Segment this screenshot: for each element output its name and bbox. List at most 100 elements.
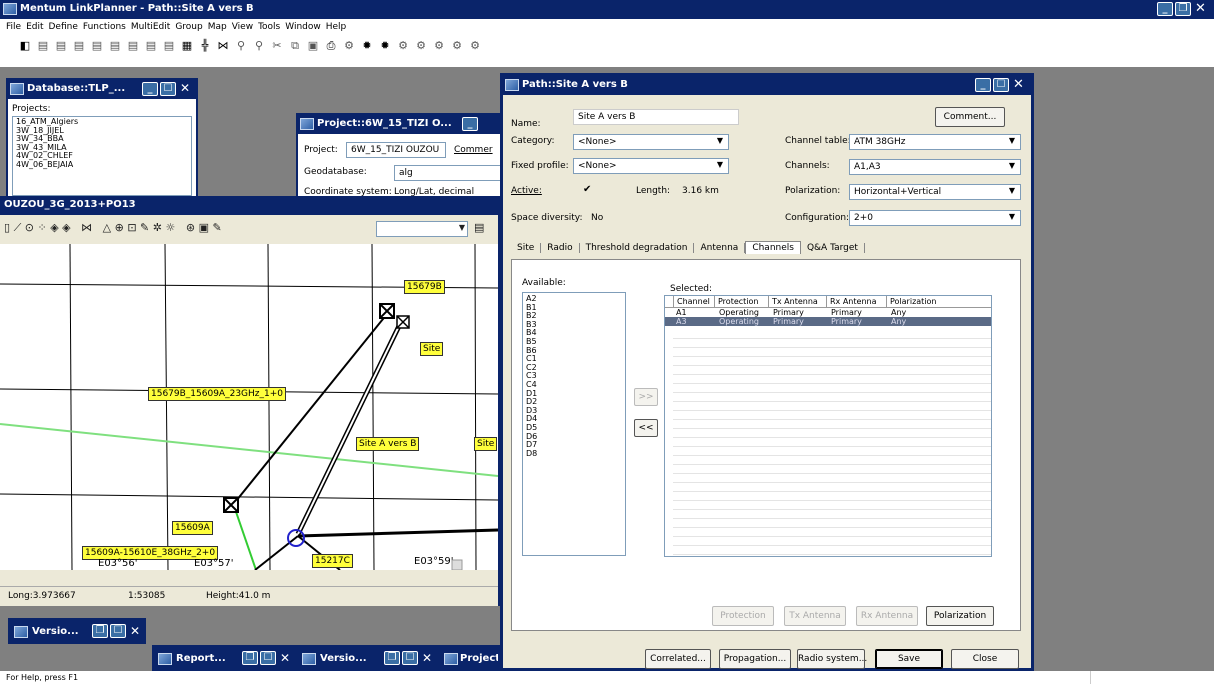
close-icon[interactable]: ✕ <box>1013 77 1024 92</box>
selected-table[interactable]: Channel Protection Tx Antenna Rx Antenna… <box>664 295 992 557</box>
globe-icon[interactable]: ⚙ <box>432 39 446 53</box>
comment-button[interactable]: Comment... <box>935 107 1005 127</box>
grid-icon[interactable]: ▦ <box>180 39 194 53</box>
polarization-button[interactable]: Polarization <box>926 606 994 626</box>
tool-icon[interactable]: ▤ <box>126 39 140 53</box>
rx-antenna-button[interactable]: Rx Antenna <box>856 606 918 626</box>
list-item[interactable]: C1 <box>526 355 622 364</box>
tab-antenna[interactable]: Antenna <box>694 243 746 253</box>
printer-icon[interactable]: ⎙ <box>324 39 338 53</box>
select-icon[interactable]: ▯ <box>4 221 10 234</box>
diamond2-icon[interactable]: ◈ <box>62 221 70 234</box>
close-icon[interactable]: ✕ <box>422 651 432 665</box>
close-icon[interactable]: ✕ <box>280 651 290 665</box>
menu-view[interactable]: View <box>232 22 253 32</box>
column-header[interactable]: Rx Antenna <box>827 296 887 307</box>
menu-file[interactable]: File <box>6 22 21 32</box>
list-item[interactable]: B6 <box>526 346 622 356</box>
channels-combo[interactable]: A1,A3 <box>849 159 1021 175</box>
list-item[interactable]: D1 <box>526 389 622 399</box>
tx-antenna-button[interactable]: Tx Antenna <box>784 606 846 626</box>
close-icon[interactable]: ✕ <box>130 624 140 638</box>
category-combo[interactable]: <None> <box>573 134 729 150</box>
maximize-icon[interactable]: ☐ <box>260 651 276 665</box>
list-item[interactable]: D5 <box>526 423 622 433</box>
edit-icon[interactable]: ✎ <box>212 221 221 234</box>
pen-icon[interactable]: ✎ <box>140 221 149 234</box>
propagation-button[interactable]: Propagation... <box>719 649 791 669</box>
table-icon[interactable]: ╬ <box>198 39 212 53</box>
column-header[interactable]: Protection <box>715 296 769 307</box>
list-item[interactable]: D4 <box>526 415 622 424</box>
menu-help[interactable]: Help <box>326 22 347 32</box>
copy-icon[interactable]: ⧉ <box>288 39 302 53</box>
active-checkbox[interactable]: ✔ <box>583 184 591 195</box>
tab-radio[interactable]: Radio <box>541 243 580 253</box>
fixed-profile-combo[interactable]: <None> <box>573 158 729 174</box>
menu-window[interactable]: Window <box>285 22 321 32</box>
maximize-icon[interactable]: ☐ <box>160 82 176 96</box>
minimize-icon[interactable]: _ <box>142 82 158 96</box>
menu-functions[interactable]: Functions <box>83 22 126 32</box>
list-item[interactable]: C4 <box>526 380 622 390</box>
nodes-icon[interactable]: ⁘ <box>37 221 46 234</box>
menu-multiedit[interactable]: MultiEdit <box>131 22 170 32</box>
globe-icon[interactable]: ⚙ <box>450 39 464 53</box>
layers-icon[interactable]: ▤ <box>474 221 484 234</box>
restore-icon[interactable]: ❐ <box>242 651 258 665</box>
globe-icon[interactable]: ✹ <box>378 39 392 53</box>
configuration-combo[interactable]: 2+0 <box>849 210 1021 226</box>
tool-icon[interactable]: ▤ <box>162 39 176 53</box>
save-button[interactable]: Save <box>875 649 943 669</box>
project-comment-button[interactable]: Commer <box>454 145 493 155</box>
menu-edit[interactable]: Edit <box>26 22 43 32</box>
restore-icon[interactable]: ❐ <box>384 651 400 665</box>
restore-icon[interactable]: ❐ <box>1175 2 1191 16</box>
tool-icon[interactable]: ☼ <box>165 221 175 234</box>
tool-icon[interactable]: ✲ <box>153 221 162 234</box>
channel-table-combo[interactable]: ATM 38GHz <box>849 134 1021 150</box>
list-item[interactable]: D7 <box>526 440 622 450</box>
column-header[interactable]: Channel <box>673 296 715 307</box>
column-header[interactable]: Polarization <box>887 296 939 307</box>
geodb-field[interactable]: alg <box>394 165 514 181</box>
profile-icon[interactable]: ⋈ <box>216 39 230 53</box>
maximize-icon[interactable]: ☐ <box>402 651 418 665</box>
menu-define[interactable]: Define <box>49 22 78 32</box>
available-list[interactable]: A2 B1 B2 B3 B4 B5 B6 C1 C2 C3 C4 D1 D2 D… <box>522 292 626 556</box>
tab-channels[interactable]: Channels <box>745 241 801 254</box>
map-layer-combo[interactable]: ▼ <box>376 221 468 237</box>
diamond-icon[interactable]: ◈ <box>50 221 58 234</box>
list-item[interactable]: B1 <box>526 303 622 313</box>
table-icon[interactable]: ▣ <box>199 221 209 234</box>
list-item[interactable]: D2 <box>526 398 622 407</box>
map-canvas[interactable]: 15679B Site 15679B_15609A_23GHz_1+0 Site… <box>0 244 498 570</box>
line-icon[interactable]: ⟋ <box>14 221 22 234</box>
close-button[interactable]: Close <box>951 649 1019 669</box>
globe-icon[interactable]: ⚙ <box>414 39 428 53</box>
list-item[interactable]: C2 <box>526 363 622 373</box>
tool-icon[interactable]: ▤ <box>36 39 50 53</box>
minimize-icon[interactable]: _ <box>975 78 991 92</box>
globe-icon[interactable]: ✹ <box>360 39 374 53</box>
shape-icon[interactable]: △ <box>103 221 111 234</box>
minimized-report[interactable]: Report... ❐ ☐ ✕ <box>152 645 296 671</box>
list-item[interactable]: D6 <box>526 432 622 442</box>
maximize-icon[interactable]: ☐ <box>993 78 1009 92</box>
maximize-icon[interactable]: ☐ <box>110 624 126 638</box>
minimize-icon[interactable]: _ <box>462 117 478 131</box>
list-item[interactable]: B4 <box>526 329 622 338</box>
menu-tools[interactable]: Tools <box>258 22 280 32</box>
restore-icon[interactable]: ❐ <box>92 624 108 638</box>
circle-icon[interactable]: ⊙ <box>25 221 34 234</box>
frame-icon[interactable]: ⊡ <box>127 221 136 234</box>
layer-icon[interactable]: ⊛ <box>186 221 195 234</box>
close-icon[interactable]: ✕ <box>180 81 190 95</box>
projects-list[interactable]: 16_ATM_Algiers 3W_18_JIJEL 3W_34_BBA 3W_… <box>12 116 192 196</box>
minimized-versio-2[interactable]: Versio... ❐ ☐ ✕ <box>296 645 438 671</box>
list-item[interactable]: B2 <box>526 312 622 321</box>
tool-icon[interactable]: ▤ <box>144 39 158 53</box>
list-item[interactable]: B3 <box>526 320 622 330</box>
cut-icon[interactable]: ✂ <box>270 39 284 53</box>
protection-button[interactable]: Protection <box>712 606 774 626</box>
